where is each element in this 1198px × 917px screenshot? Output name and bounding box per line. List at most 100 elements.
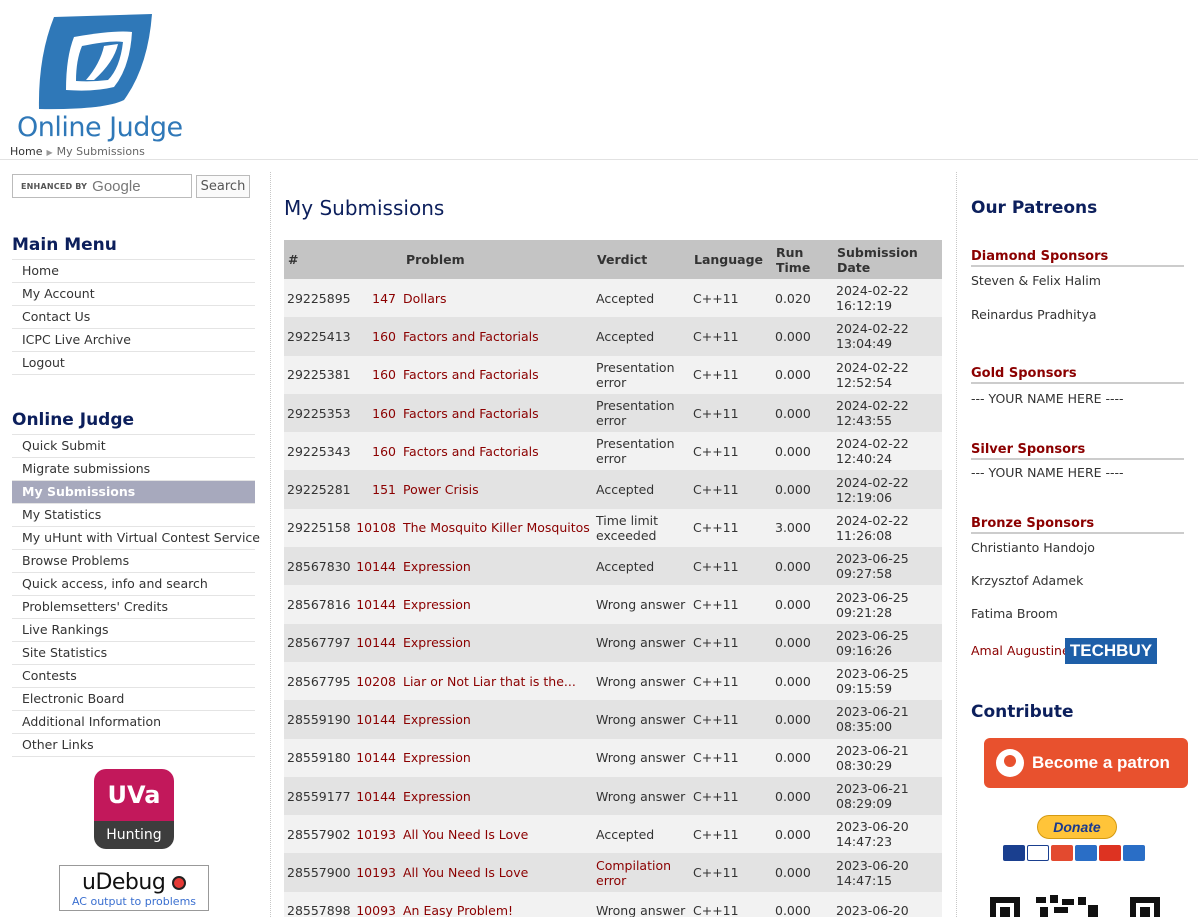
bronze-sponsor-link[interactable]: Amal Augustine: [971, 643, 1070, 658]
problem-number[interactable]: 10193: [356, 815, 402, 853]
problem-number[interactable]: 160: [356, 394, 402, 432]
cuenta-bancaria-icon: [1123, 845, 1145, 861]
problem-name[interactable]: Power Crisis: [402, 470, 593, 508]
problem-name[interactable]: All You Need Is Love: [402, 815, 593, 853]
run-time: 0.000: [775, 443, 811, 459]
problem-number[interactable]: 160: [356, 356, 402, 394]
problem-name[interactable]: All You Need Is Love: [402, 853, 593, 891]
problem-name[interactable]: Expression: [402, 624, 593, 662]
menu-item-live-rankings[interactable]: Live Rankings: [12, 619, 255, 642]
problem-name[interactable]: Expression: [402, 777, 593, 815]
menu-item-contact-us[interactable]: Contact Us: [12, 306, 255, 329]
menu-item-my-statistics[interactable]: My Statistics: [12, 504, 255, 527]
submission-date: 2023-06-25 09:16:26: [836, 627, 909, 658]
uva-hunting-badge[interactable]: UVa Hunting: [94, 769, 174, 849]
problem-name[interactable]: Expression: [402, 547, 593, 585]
paypal-donate-button[interactable]: Donate: [1037, 815, 1117, 839]
table-row: 28567797 10144 Expression Wrong answer C++11…: [284, 623, 942, 662]
become-patron-button[interactable]: Become a patron: [984, 738, 1188, 788]
problem-name[interactable]: An Easy Problem!: [402, 892, 593, 917]
problem-number[interactable]: 10144: [356, 777, 402, 815]
menu-item-additional-information[interactable]: Additional Information: [12, 711, 255, 734]
menu-item-my-uhunt[interactable]: My uHunt with Virtual Contest Service: [12, 527, 260, 550]
problem-number[interactable]: 10144: [356, 700, 402, 738]
udebug-banner[interactable]: uDebug AC output to problems: [59, 865, 209, 911]
table-row: 28567830 10144 Expression Accepted C++11 0.00…: [284, 547, 942, 586]
problem-name[interactable]: Factors and Factorials: [402, 394, 593, 432]
table-header-row: # Problem Verdict Language Run Time Subm…: [284, 240, 942, 279]
submission-id: 28557900: [287, 865, 351, 881]
run-time: 0.000: [775, 711, 811, 727]
menu-item-home[interactable]: Home: [12, 260, 255, 283]
submission-date: 2023-06-25 09:21:28: [836, 589, 909, 620]
problem-name[interactable]: Expression: [402, 739, 593, 777]
col-header-language[interactable]: Language: [690, 240, 772, 279]
language: C++11: [693, 673, 739, 689]
silver-sponsors-title: Silver Sponsors: [971, 442, 1184, 460]
run-time: 0.000: [775, 788, 811, 804]
payment-cards: [1003, 845, 1145, 861]
problem-number[interactable]: 10144: [356, 547, 402, 585]
menu-item-browse-problems[interactable]: Browse Problems: [12, 550, 255, 573]
ladybug-icon: [172, 876, 186, 890]
problem-number[interactable]: 147: [356, 279, 402, 317]
menu-item-electronic-board[interactable]: Electronic Board: [12, 688, 255, 711]
problem-number[interactable]: 160: [356, 317, 402, 355]
problem-number[interactable]: 10108: [356, 509, 402, 547]
language: C++11: [693, 367, 739, 383]
problem-name[interactable]: Factors and Factorials: [402, 356, 593, 394]
verdict: Accepted: [596, 826, 655, 842]
problem-number[interactable]: 10144: [356, 739, 402, 777]
menu-item-my-account[interactable]: My Account: [12, 283, 255, 306]
techbuy-logo[interactable]: TECHBUY: [1065, 638, 1157, 664]
problem-number[interactable]: 10093: [356, 892, 402, 917]
menu-item-icpc-live-archive[interactable]: ICPC Live Archive: [12, 329, 255, 352]
problem-name[interactable]: Dollars: [402, 279, 593, 317]
menu-item-quick-submit[interactable]: Quick Submit: [12, 435, 255, 458]
col-header-id[interactable]: #: [284, 240, 356, 279]
site-name[interactable]: Online Judge: [17, 112, 183, 143]
problem-number[interactable]: 10144: [356, 585, 402, 623]
problem-name[interactable]: Factors and Factorials: [402, 317, 593, 355]
problem-number[interactable]: 10144: [356, 624, 402, 662]
col-header-run-time[interactable]: Run Time: [772, 240, 833, 279]
col-header-verdict[interactable]: Verdict: [593, 240, 690, 279]
problem-name[interactable]: Factors and Factorials: [402, 432, 593, 470]
table-row: 29225381 160 Factors and Factorials Present…: [284, 355, 942, 394]
online-judge-logo-icon[interactable]: [34, 12, 154, 112]
problem-name[interactable]: Expression: [402, 585, 593, 623]
submission-date: 2023-06-20: [836, 903, 909, 917]
submission-id: 28559180: [287, 750, 351, 766]
problem-name[interactable]: Liar or Not Liar that is the...: [402, 662, 593, 700]
problem-name[interactable]: Expression: [402, 700, 593, 738]
submission-id: 29225381: [287, 367, 351, 383]
language: C++11: [693, 826, 739, 842]
bronze-sponsor: Christianto Handojo: [971, 540, 1095, 555]
col-header-problem[interactable]: Problem: [402, 240, 593, 279]
bronze-sponsor: Krzysztof Adamek: [971, 573, 1084, 588]
menu-item-migrate-submissions[interactable]: Migrate submissions: [12, 458, 255, 481]
bronze-sponsors-title: Bronze Sponsors: [971, 516, 1184, 534]
breadcrumb-home[interactable]: Home: [10, 145, 42, 158]
problem-number[interactable]: 151: [356, 470, 402, 508]
submission-date: 2024-02-22 12:43:55: [836, 398, 909, 429]
menu-item-problemsetters-credits[interactable]: Problemsetters' Credits: [12, 596, 255, 619]
menu-item-my-submissions[interactable]: My Submissions: [12, 481, 255, 504]
problem-number[interactable]: 10208: [356, 662, 402, 700]
menu-item-other-links[interactable]: Other Links: [12, 734, 255, 757]
run-time: 0.000: [775, 826, 811, 842]
uva-badge-subtitle: Hunting: [94, 821, 174, 849]
problem-number[interactable]: 160: [356, 432, 402, 470]
search-button[interactable]: Search: [196, 175, 250, 198]
verdict: Compilation error: [596, 857, 672, 888]
bronze-sponsor: Fatima Broom: [971, 606, 1058, 621]
problem-number[interactable]: 10193: [356, 853, 402, 891]
menu-item-logout[interactable]: Logout: [12, 352, 255, 375]
amex-card-icon: [1075, 845, 1097, 861]
menu-item-contests[interactable]: Contests: [12, 665, 255, 688]
menu-item-quick-access[interactable]: Quick access, info and search: [12, 573, 255, 596]
menu-item-site-statistics[interactable]: Site Statistics: [12, 642, 255, 665]
search-input[interactable]: ENHANCED BY Google: [12, 174, 192, 198]
col-header-submission-date[interactable]: Submission Date: [833, 240, 942, 279]
problem-name[interactable]: The Mosquito Killer Mosquitos: [402, 509, 593, 547]
